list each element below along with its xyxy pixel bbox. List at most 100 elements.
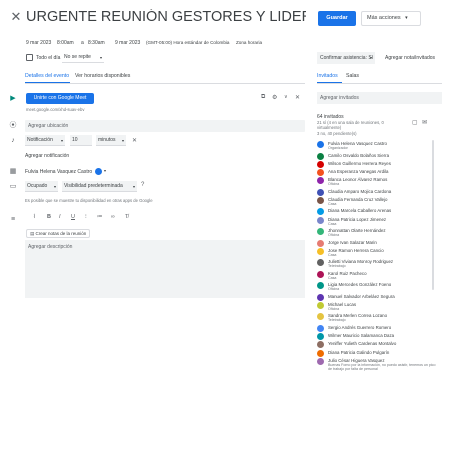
guest-name: Diana Marcela Caballero Arenas — [328, 208, 392, 214]
avatar — [317, 333, 324, 341]
attachment-icon[interactable]: ⌇ — [33, 214, 36, 220]
guest-subtitle: Casa — [328, 201, 337, 206]
notification-unit: minutos — [98, 137, 116, 143]
start-time[interactable]: 8:00am — [57, 37, 74, 49]
avatar — [317, 208, 324, 216]
avatar — [317, 357, 324, 365]
notification-type-select[interactable]: Notificación ▾ — [25, 135, 65, 146]
end-date[interactable]: 9 mar 2023 — [115, 37, 140, 49]
avatar — [317, 188, 324, 196]
guest-subtitle: Teletrabajo — [328, 264, 346, 269]
repeat-select[interactable]: No se repite ▾ — [62, 52, 104, 63]
tab-divider-right — [317, 83, 442, 84]
description-icon: ≡ — [10, 216, 16, 223]
time-separator: a — [81, 40, 84, 46]
guest-subtitle: Casa — [328, 275, 337, 280]
guest-name: Diana Patricia Galindo Pulgarín — [328, 349, 390, 355]
meet-link[interactable]: meet.google.com/xhd-suav-ebv — [26, 107, 84, 112]
guest-name: Camilo Osvaldo Bolaños Sierra — [328, 152, 390, 158]
timezone-label[interactable]: (GMT-05:00) Hora estándar de Colombia — [146, 37, 230, 49]
guest-subtitle: Casa — [328, 221, 337, 226]
repeat-value: No se repite — [64, 54, 91, 60]
timezone-link[interactable]: Zona horaria — [236, 37, 262, 49]
chevron-down-icon[interactable]: ∨ — [284, 94, 288, 100]
more-actions-button[interactable]: Más acciones ▾ — [361, 11, 421, 26]
numbered-list-icon[interactable]: ⁝ — [85, 214, 87, 220]
chevron-down-icon: ▾ — [99, 55, 102, 60]
chevron-down-icon: ▾ — [53, 184, 56, 189]
avatar — [317, 293, 324, 301]
visibility-value: Visibilidad predeterminada — [64, 183, 123, 189]
end-time[interactable]: 8:30am — [88, 37, 105, 49]
more-actions-label: Más acciones — [367, 15, 401, 21]
avatar — [317, 313, 324, 321]
avatar — [317, 301, 324, 309]
add-guests-input[interactable]: Agregar invitados — [317, 92, 442, 104]
create-notes-button[interactable]: ▤ Crear notas de la reunión — [26, 229, 91, 238]
avatar — [317, 282, 324, 290]
location-input[interactable]: Agregar ubicación — [25, 120, 305, 132]
guest-list-scrollbar[interactable] — [432, 140, 434, 290]
notification-type: Notificación — [27, 137, 53, 143]
avatar — [317, 247, 324, 255]
chevron-down-icon: ▾ — [60, 138, 63, 143]
guest-summary-no: 3 no, 40 pendiente(s) — [317, 131, 357, 136]
guest-subtitle: Oficina — [328, 287, 340, 292]
avatar — [317, 270, 324, 278]
bulleted-list-icon[interactable]: ≔ — [97, 214, 103, 220]
copy-icon[interactable]: ⧉ — [261, 94, 265, 101]
avatar — [317, 168, 324, 176]
copy-guests-icon[interactable]: ▢ — [412, 119, 418, 126]
chevron-down-icon[interactable]: ▾ — [104, 168, 106, 173]
chevron-down-icon: ▾ — [132, 184, 135, 189]
availability-note: Es posible que se muestre tu disponibili… — [25, 198, 153, 203]
guest-name: Wilmer Mauricio Salamanca Daza — [328, 333, 395, 339]
calendar-color-dot[interactable] — [95, 168, 102, 175]
guest-subtitle: Organizador — [328, 146, 348, 150]
avatar — [317, 341, 324, 349]
tab-event-details[interactable]: Detalles del evento — [25, 73, 69, 79]
availability-select[interactable]: Ocupado ▾ — [25, 181, 58, 192]
description-placeholder: Agregar descripción — [28, 244, 73, 250]
settings-icon[interactable]: ⚙ — [272, 94, 277, 101]
help-icon[interactable]: ? — [141, 182, 144, 188]
tab-guests[interactable]: Invitados — [317, 73, 338, 79]
close-icon[interactable]: ✕ — [10, 10, 22, 23]
all-day-checkbox[interactable] — [26, 54, 33, 61]
guest-name: Jorge Ivan Salazar Marin — [328, 239, 377, 245]
guest-name: Claudia Fernanda Cruz Vallejo — [328, 196, 388, 202]
rsvp-select[interactable]: Confirmar asistencia: Sí ▾ — [317, 52, 375, 64]
event-title-input[interactable]: URGENTE REUNIÓN GESTORES Y LIDERES NATUR… — [26, 9, 306, 25]
guest-subtitle: Oficina — [328, 306, 340, 311]
underline-icon[interactable]: U — [71, 214, 75, 220]
guest-summary-yes: 21 sí (4 en una sala de reuniones, 0 vir… — [317, 120, 384, 130]
tab-divider — [25, 83, 305, 84]
email-guests-icon[interactable]: ✉ — [422, 119, 427, 126]
avatar — [317, 239, 324, 247]
description-editor[interactable]: Agregar descripción — [25, 240, 305, 298]
calendar-icon: ▦ — [9, 168, 17, 175]
briefcase-icon: ▭ — [9, 183, 17, 190]
tab-find-time[interactable]: Ver horarios disponibles — [75, 73, 130, 79]
save-button[interactable]: Guardar — [318, 11, 356, 26]
add-notification-link[interactable]: Agregar notificación — [25, 153, 69, 159]
close-icon[interactable]: ✕ — [132, 137, 137, 144]
bell-icon: ♪ — [11, 137, 15, 144]
visibility-select[interactable]: Visibilidad predeterminada ▾ — [62, 181, 137, 192]
join-meet-button[interactable]: Unirte con Google Meet — [26, 93, 94, 104]
clear-format-icon[interactable]: T̸ — [125, 214, 128, 220]
notification-unit-select[interactable]: minutos ▾ — [96, 135, 126, 146]
avatar — [317, 259, 324, 267]
avatar — [317, 141, 324, 148]
meet-icon: ▶ — [10, 95, 16, 102]
link-icon[interactable]: ∞ — [111, 214, 115, 220]
notification-amount-input[interactable]: 10 — [70, 135, 92, 146]
italic-icon[interactable]: I — [59, 214, 61, 220]
guest-subtitle: Casa — [328, 252, 337, 257]
add-note-link[interactable]: Agregar nota/invitados — [385, 55, 435, 61]
bold-icon[interactable]: B — [47, 214, 51, 220]
remove-icon[interactable]: ✕ — [295, 94, 300, 101]
guest-subtitle: Oficina — [328, 233, 340, 237]
tab-rooms[interactable]: Salas — [346, 73, 359, 79]
start-date[interactable]: 9 mar 2023 — [26, 37, 51, 49]
